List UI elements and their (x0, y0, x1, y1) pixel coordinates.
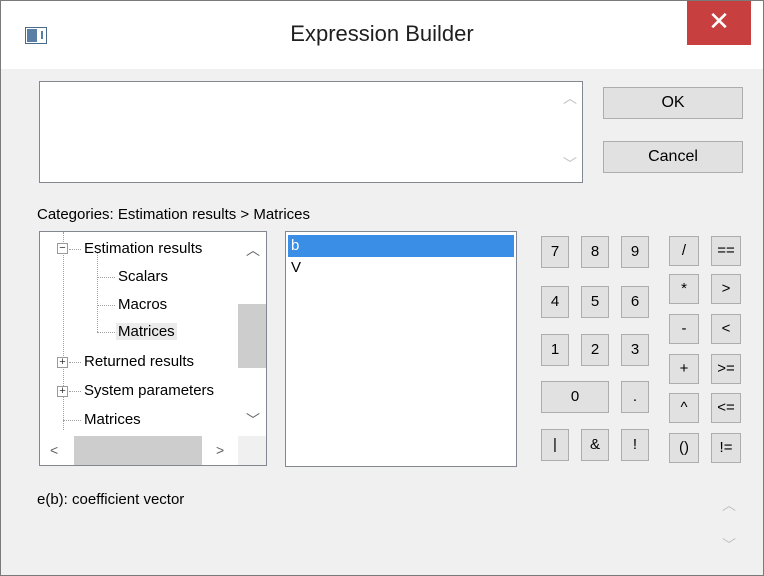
dialog-title: Expression Builder (290, 21, 474, 46)
key-plus[interactable]: + (669, 354, 699, 384)
list-item-v[interactable]: V (288, 257, 514, 279)
key-decimal[interactable]: . (621, 381, 649, 413)
item-list: b V (285, 231, 517, 467)
tree-item-returned-results[interactable]: Returned results (84, 353, 194, 370)
key-or[interactable]: | (541, 429, 569, 461)
tree-connector (97, 305, 115, 306)
key-7[interactable]: 7 (541, 236, 569, 268)
key-and[interactable]: & (581, 429, 609, 461)
chevron-up-icon[interactable]: ︿ (562, 88, 578, 108)
key-greater[interactable]: > (711, 274, 741, 304)
key-2[interactable]: 2 (581, 334, 609, 366)
ok-button[interactable]: OK (603, 87, 743, 119)
key-parentheses[interactable]: () (669, 433, 699, 463)
key-not-equal[interactable]: != (711, 433, 741, 463)
title-bar: Expression Builder ✕ (1, 1, 763, 69)
tree-connector (63, 420, 81, 421)
tree-item-matrices[interactable]: Matrices (84, 411, 141, 428)
scroll-thumb[interactable] (238, 304, 266, 368)
key-divide[interactable]: / (669, 236, 699, 266)
key-5[interactable]: 5 (581, 286, 609, 318)
key-8[interactable]: 8 (581, 236, 609, 268)
expand-toggle-icon[interactable]: + (57, 357, 68, 368)
key-greater-equal[interactable]: >= (711, 354, 741, 384)
chevron-left-icon[interactable]: < (50, 442, 58, 458)
description-scrollbar[interactable]: ︿ ﹀ (717, 491, 741, 561)
key-less[interactable]: < (711, 314, 741, 344)
key-6[interactable]: 6 (621, 286, 649, 318)
category-tree: − Estimation results Scalars Macros Matr… (39, 231, 267, 466)
tree-connector (97, 277, 115, 278)
tree-connector (69, 362, 81, 363)
chevron-up-icon[interactable]: ︿ (721, 495, 737, 515)
list-item-b[interactable]: b (288, 235, 514, 257)
tree-connector (69, 249, 81, 250)
key-power[interactable]: ^ (669, 393, 699, 423)
key-4[interactable]: 4 (541, 286, 569, 318)
chevron-down-icon[interactable]: ﹀ (562, 154, 578, 174)
categories-breadcrumb: Categories: Estimation results > Matrice… (37, 206, 311, 223)
key-3[interactable]: 3 (621, 334, 649, 366)
expression-builder-dialog: Expression Builder ✕ ︿ ﹀ OK Cancel Categ… (0, 0, 764, 576)
expand-toggle-icon[interactable]: + (57, 386, 68, 397)
key-equal[interactable]: == (711, 236, 741, 266)
key-1[interactable]: 1 (541, 334, 569, 366)
tree-item-matrices-selected[interactable]: Matrices (116, 323, 177, 340)
chevron-down-icon[interactable]: ﹀ (246, 410, 260, 430)
tree-connector (97, 332, 115, 333)
expression-scrollbar[interactable]: ︿ ﹀ (558, 82, 582, 182)
key-minus[interactable]: - (669, 314, 699, 344)
description-text: e(b): coefficient vector (37, 491, 185, 508)
chevron-down-icon[interactable]: ﹀ (721, 535, 737, 555)
tree-vertical-scrollbar[interactable]: ︿ ﹀ (238, 232, 266, 436)
chevron-up-icon[interactable]: ︿ (246, 240, 260, 260)
key-9[interactable]: 9 (621, 236, 649, 268)
expression-input-box: ︿ ﹀ (39, 81, 583, 183)
cancel-button[interactable]: Cancel (603, 141, 743, 173)
tree-horizontal-scrollbar[interactable]: < > (40, 436, 238, 465)
tree-connector (97, 252, 98, 332)
key-multiply[interactable]: * (669, 274, 699, 304)
scrollbar-corner (238, 436, 266, 465)
tree-item-scalars[interactable]: Scalars (118, 268, 168, 285)
scroll-thumb[interactable] (74, 436, 202, 465)
chevron-right-icon[interactable]: > (216, 442, 224, 458)
tree-item-estimation-results[interactable]: Estimation results (84, 240, 202, 257)
tree-item-macros[interactable]: Macros (118, 296, 167, 313)
collapse-toggle-icon[interactable]: − (57, 243, 68, 254)
tree-item-system-parameters[interactable]: System parameters (84, 382, 214, 399)
tree-connector (63, 232, 64, 430)
tree-connector (69, 391, 81, 392)
expression-input[interactable] (40, 82, 560, 182)
key-0[interactable]: 0 (541, 381, 609, 413)
key-less-equal[interactable]: <= (711, 393, 741, 423)
close-button[interactable]: ✕ (687, 1, 751, 45)
key-not[interactable]: ! (621, 429, 649, 461)
